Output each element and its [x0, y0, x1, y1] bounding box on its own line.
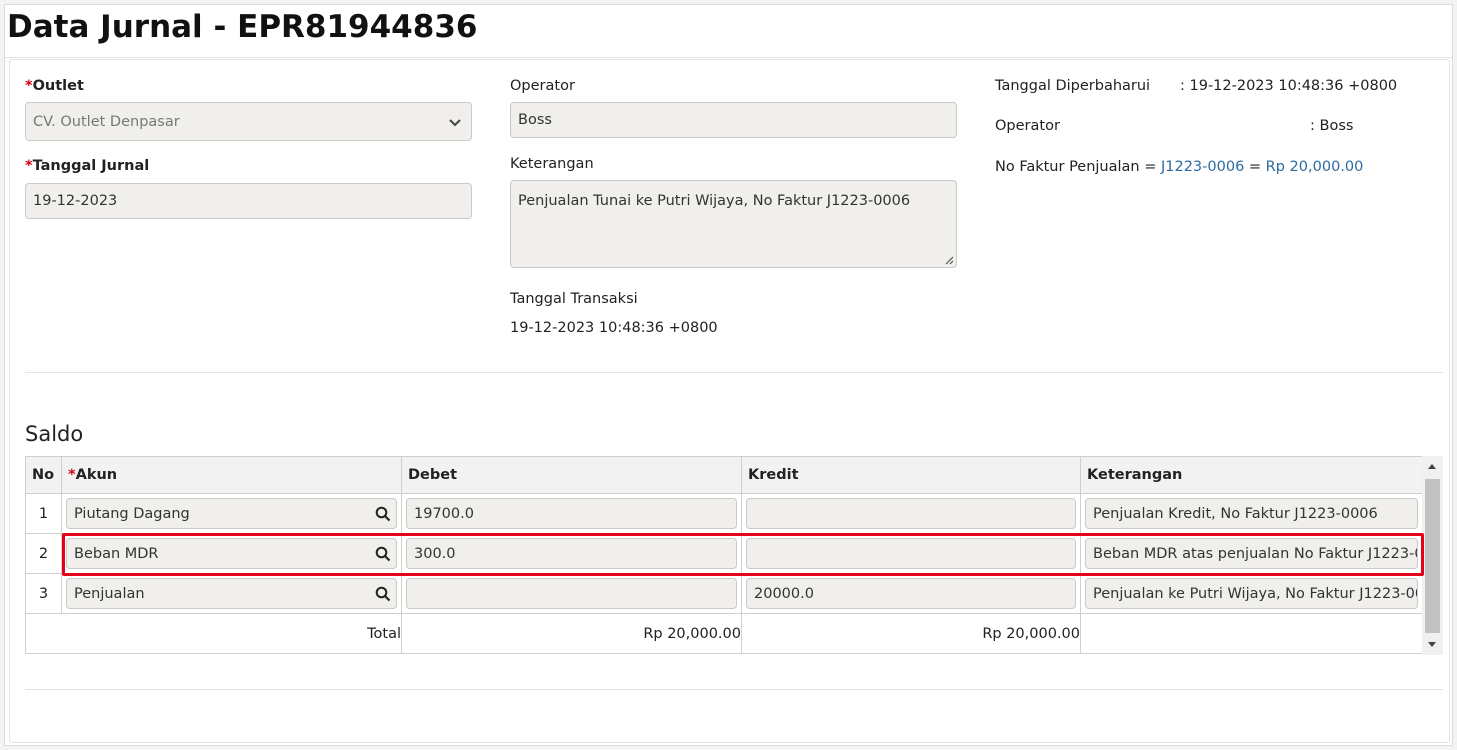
- chevron-down-icon: [449, 118, 461, 126]
- akun-cell: Penjualan: [61, 573, 402, 614]
- row-no: 1: [25, 493, 62, 534]
- faktur-info: No Faktur Penjualan = J1223-0006 = Rp 20…: [995, 159, 1363, 175]
- saldo-title: Saldo: [25, 422, 84, 446]
- updated-value: : 19-12-2023 10:48:36 +0800: [1180, 78, 1398, 94]
- kredit-input[interactable]: [746, 498, 1076, 529]
- outlet-select[interactable]: CV. Outlet Denpasar: [25, 102, 472, 141]
- keterangan-label: Keterangan: [510, 156, 594, 172]
- saldo-table: No *Akun Debet Kredit Keterangan 1 Piuta…: [25, 456, 1423, 654]
- operator-input[interactable]: Boss: [510, 102, 957, 138]
- required-mark: *: [25, 78, 33, 94]
- scroll-down-icon[interactable]: [1427, 641, 1437, 649]
- operator-label: Operator: [510, 78, 575, 94]
- total-debet: Rp 20,000.00: [401, 613, 742, 654]
- updated-label: Tanggal Diperbaharui: [995, 78, 1151, 94]
- header-divider: [5, 57, 1452, 58]
- col-header-keterangan: Keterangan: [1080, 456, 1423, 494]
- tanggal-jurnal-label: *Tanggal Jurnal: [25, 158, 150, 174]
- scroll-up-icon[interactable]: [1427, 462, 1437, 470]
- col-header-akun: *Akun: [61, 456, 402, 494]
- kredit-input[interactable]: [746, 538, 1076, 569]
- akun-input[interactable]: Penjualan: [66, 578, 397, 609]
- page: Data Jurnal - EPR81944836 *Outlet CV. Ou…: [4, 4, 1453, 746]
- akun-input[interactable]: Beban MDR: [66, 538, 397, 569]
- table-row: 1 Piutang Dagang 19700.0 Penjualan Kredi…: [25, 493, 1423, 534]
- keterangan-input[interactable]: Penjualan ke Putri Wijaya, No Faktur J12…: [1085, 578, 1418, 609]
- col-header-no: No: [25, 456, 62, 494]
- table-row: 2 Beban MDR 300.0 Beban MDR atas penjual…: [25, 533, 1423, 574]
- scrollbar-thumb[interactable]: [1425, 479, 1440, 633]
- col-header-kredit: Kredit: [741, 456, 1081, 494]
- kredit-cell: 20000.0: [741, 573, 1081, 614]
- keterangan-cell: Beban MDR atas penjualan No Faktur J1223…: [1080, 533, 1423, 574]
- total-label: Total: [25, 613, 402, 654]
- section-divider: [25, 372, 1443, 373]
- table-scrollbar[interactable]: [1422, 456, 1443, 655]
- keterangan-cell: Penjualan Kredit, No Faktur J1223-0006: [1080, 493, 1423, 534]
- bottom-divider: [25, 689, 1443, 690]
- row-no: 3: [25, 573, 62, 614]
- faktur-number-link[interactable]: J1223-0006: [1161, 159, 1244, 175]
- row-no: 2: [25, 533, 62, 574]
- keterangan-input[interactable]: Beban MDR atas penjualan No Faktur J1223…: [1085, 538, 1418, 569]
- search-icon[interactable]: [375, 586, 391, 602]
- col-header-debet: Debet: [401, 456, 742, 494]
- debet-cell: [401, 573, 742, 614]
- debet-input[interactable]: [406, 578, 737, 609]
- faktur-amount-link[interactable]: Rp 20,000.00: [1266, 159, 1364, 175]
- kredit-cell: [741, 493, 1081, 534]
- tanggal-jurnal-input[interactable]: 19-12-2023: [25, 183, 472, 219]
- debet-input[interactable]: 19700.0: [406, 498, 737, 529]
- info-operator-value: : Boss: [1310, 118, 1354, 134]
- akun-cell: Piutang Dagang: [61, 493, 402, 534]
- debet-input[interactable]: 300.0: [406, 538, 737, 569]
- search-icon[interactable]: [375, 546, 391, 562]
- journal-form-panel: *Outlet CV. Outlet Denpasar *Tanggal Jur…: [9, 59, 1450, 743]
- keterangan-input[interactable]: Penjualan Kredit, No Faktur J1223-0006: [1085, 498, 1418, 529]
- table-row: 3 Penjualan 20000.0 Penjualan ke Putri W…: [25, 573, 1423, 614]
- akun-cell: Beban MDR: [61, 533, 402, 574]
- tanggal-transaksi-label: Tanggal Transaksi: [510, 291, 638, 307]
- debet-cell: 300.0: [401, 533, 742, 574]
- table-header-row: No *Akun Debet Kredit Keterangan: [25, 456, 1423, 494]
- akun-input[interactable]: Piutang Dagang: [66, 498, 397, 529]
- resize-handle-icon[interactable]: [944, 255, 954, 265]
- page-title: Data Jurnal - EPR81944836: [7, 9, 478, 45]
- faktur-eq: =: [1248, 159, 1262, 175]
- kredit-cell: [741, 533, 1081, 574]
- tanggal-transaksi-value: 19-12-2023 10:48:36 +0800: [510, 320, 718, 336]
- keterangan-cell: Penjualan ke Putri Wijaya, No Faktur J12…: [1080, 573, 1423, 614]
- faktur-label: No Faktur Penjualan =: [995, 159, 1157, 175]
- total-row: Total Rp 20,000.00 Rp 20,000.00: [25, 613, 1423, 654]
- keterangan-textarea[interactable]: Penjualan Tunai ke Putri Wijaya, No Fakt…: [510, 180, 957, 268]
- search-icon[interactable]: [375, 506, 391, 522]
- kredit-input[interactable]: 20000.0: [746, 578, 1076, 609]
- info-operator-label: Operator: [995, 118, 1060, 134]
- total-empty: [1080, 613, 1423, 654]
- total-kredit: Rp 20,000.00: [741, 613, 1081, 654]
- outlet-label: *Outlet: [25, 78, 84, 94]
- debet-cell: 19700.0: [401, 493, 742, 534]
